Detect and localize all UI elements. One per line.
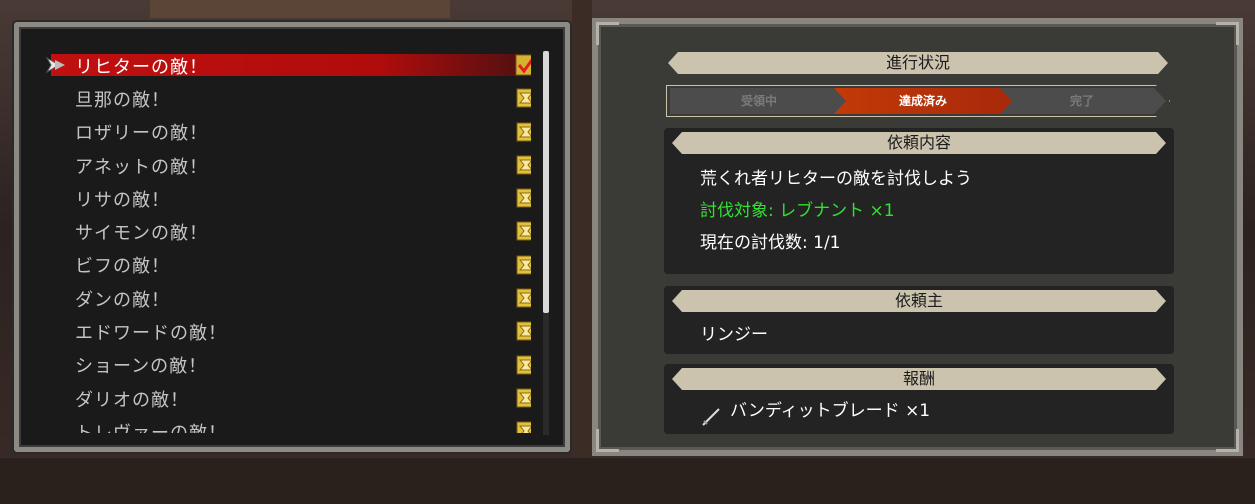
quest-label: エドワードの敵！	[75, 323, 227, 345]
background-floor	[0, 458, 1255, 504]
background-beam	[150, 0, 450, 18]
client-section: 依頼主 リンジー	[664, 286, 1174, 354]
quest-label: ショーンの敵！	[75, 356, 208, 378]
quest-label: 旦那の敵！	[75, 89, 170, 111]
client-name: リンジー	[700, 325, 768, 345]
quest-list-item[interactable]: トレヴァーの敵！	[45, 415, 531, 433]
sword-icon	[702, 408, 720, 426]
request-current-count: 現在の討伐数: 1/1	[700, 233, 841, 253]
quest-label: サイモンの敵！	[75, 223, 208, 245]
step-received: 受領中	[670, 88, 848, 114]
scroll-quest-icon	[516, 255, 531, 275]
scroll-quest-icon	[516, 321, 531, 341]
scroll-quest-icon	[516, 421, 531, 433]
quest-list-item[interactable]: アネットの敵！	[45, 149, 531, 182]
scroll-quest-icon	[516, 88, 531, 108]
scroll-quest-icon	[516, 122, 531, 142]
quest-label: リヒターの敵！	[75, 56, 208, 78]
quest-detail-panel: 進行状況 受領中 完了 達成済み 依頼内容 荒くれ者リヒターの敵を討伐しよう 討…	[592, 18, 1243, 456]
quest-list-item[interactable]: ショーンの敵！	[45, 349, 531, 382]
request-target: 討伐対象: レブナント ×1	[700, 201, 895, 221]
quest-list[interactable]: リヒターの敵！ 旦那の敵！ ロザリーの敵！ アネットの敵！ リサの敵！ サイモンの敵！ ビフ…	[45, 49, 531, 433]
quest-label: アネットの敵！	[75, 156, 208, 178]
background-post	[572, 0, 592, 504]
progress-title: 進行状況	[668, 52, 1168, 74]
scroll-quest-icon	[516, 355, 531, 375]
frame-corner	[596, 429, 619, 452]
scroll-quest-icon	[516, 288, 531, 308]
checkmark-icon	[515, 54, 531, 76]
client-header: 依頼主	[672, 290, 1166, 312]
request-section: 依頼内容 荒くれ者リヒターの敵を討伐しよう 討伐対象: レブナント ×1 現在の…	[664, 128, 1174, 274]
quest-list-item[interactable]: ロザリーの敵！	[45, 116, 531, 149]
quest-list-item[interactable]: 旦那の敵！	[45, 82, 531, 115]
scrollbar-thumb[interactable]	[543, 51, 549, 313]
quest-list-item[interactable]: リヒターの敵！	[45, 49, 531, 82]
quest-list-item[interactable]: ダンの敵！	[45, 282, 531, 315]
reward-section: 報酬 バンディットブレード ×1	[664, 364, 1174, 434]
quest-label: トレヴァーの敵！	[75, 419, 227, 433]
quest-list-item[interactable]: サイモンの敵！	[45, 215, 531, 248]
step-finished: 完了	[998, 88, 1166, 114]
quest-label: ダリオの敵！	[75, 389, 189, 411]
request-header: 依頼内容	[672, 132, 1166, 154]
frame-corner	[1216, 22, 1239, 45]
scroll-quest-icon	[516, 388, 531, 408]
request-description: 荒くれ者リヒターの敵を討伐しよう	[700, 169, 972, 189]
quest-list-item[interactable]: ビフの敵！	[45, 249, 531, 282]
quest-label: ビフの敵！	[75, 256, 170, 278]
step-achieved: 達成済み	[834, 88, 1012, 114]
quest-list-item[interactable]: エドワードの敵！	[45, 315, 531, 348]
quest-label: リサの敵！	[75, 189, 170, 211]
quest-list-panel: リヒターの敵！ 旦那の敵！ ロザリーの敵！ アネットの敵！ リサの敵！ サイモンの敵！ ビフ…	[14, 22, 570, 452]
reward-header: 報酬	[672, 368, 1166, 390]
quest-label: ロザリーの敵！	[75, 123, 208, 145]
progress-steps: 受領中 完了 達成済み	[670, 88, 1166, 114]
scroll-quest-icon	[516, 221, 531, 241]
quest-list-item[interactable]: リサの敵！	[45, 182, 531, 215]
scroll-quest-icon	[516, 188, 531, 208]
frame-corner	[1216, 429, 1239, 452]
quest-label: ダンの敵！	[75, 289, 170, 311]
cursor-arrow-icon	[45, 56, 65, 74]
frame-corner	[596, 22, 619, 45]
reward-item: バンディットブレード ×1	[730, 401, 931, 421]
quest-list-item[interactable]: ダリオの敵！	[45, 382, 531, 415]
scroll-quest-icon	[516, 155, 531, 175]
